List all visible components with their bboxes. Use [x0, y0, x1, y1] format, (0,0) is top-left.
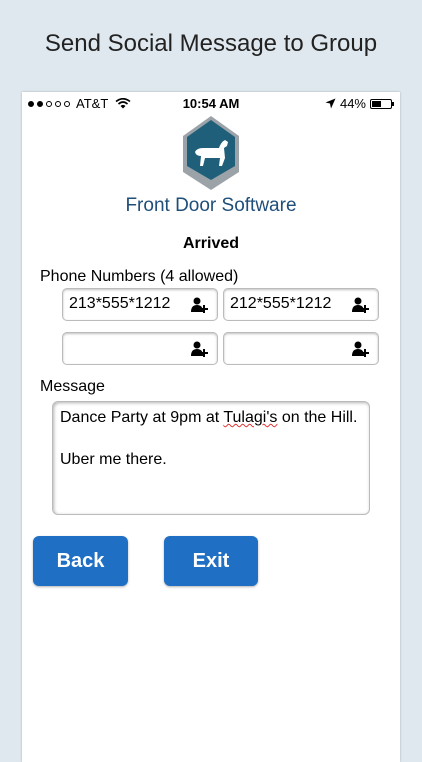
message-line-2: Uber me there.	[60, 451, 167, 468]
phone-field-4[interactable]	[223, 332, 379, 365]
phone-numbers-label: Phone Numbers (4 allowed)	[40, 268, 239, 285]
battery-icon	[370, 98, 394, 109]
message-label: Message	[40, 378, 105, 395]
phone-field-2[interactable]: 212*555*1212	[223, 288, 379, 321]
screen-title: Arrived	[182, 235, 240, 252]
phone-screen: AT&T 10:54 AM 44% Front Door Software Ar…	[22, 92, 400, 762]
page-caption: Send Social Message to Group	[44, 30, 378, 57]
exit-button[interactable]: Exit	[164, 536, 258, 586]
phone-field-3[interactable]	[62, 332, 218, 365]
status-right: 44%	[325, 96, 394, 111]
add-contact-icon[interactable]	[191, 341, 209, 357]
phone-field-1[interactable]: 213*555*1212	[62, 288, 218, 321]
battery-percent: 44%	[339, 96, 366, 111]
phone-field-value: 213*555*1212	[69, 295, 171, 312]
add-contact-icon[interactable]	[191, 297, 209, 313]
logo	[22, 114, 400, 197]
message-line-1: Dance Party at 9pm at Tulagi's on the Hi…	[60, 409, 358, 426]
status-bar: AT&T 10:54 AM 44%	[22, 92, 400, 116]
add-contact-icon[interactable]	[352, 341, 370, 357]
misspelled-word: Tulagi's	[223, 409, 278, 426]
back-button[interactable]: Back	[33, 536, 128, 586]
logo-text: Front Door Software	[125, 195, 297, 216]
add-contact-icon[interactable]	[352, 297, 370, 313]
dog-house-logo-icon	[183, 116, 239, 190]
message-textarea[interactable]: Dance Party at 9pm at Tulagi's on the Hi…	[52, 401, 370, 515]
phone-field-value: 212*555*1212	[230, 295, 332, 312]
location-arrow-icon	[325, 98, 336, 109]
